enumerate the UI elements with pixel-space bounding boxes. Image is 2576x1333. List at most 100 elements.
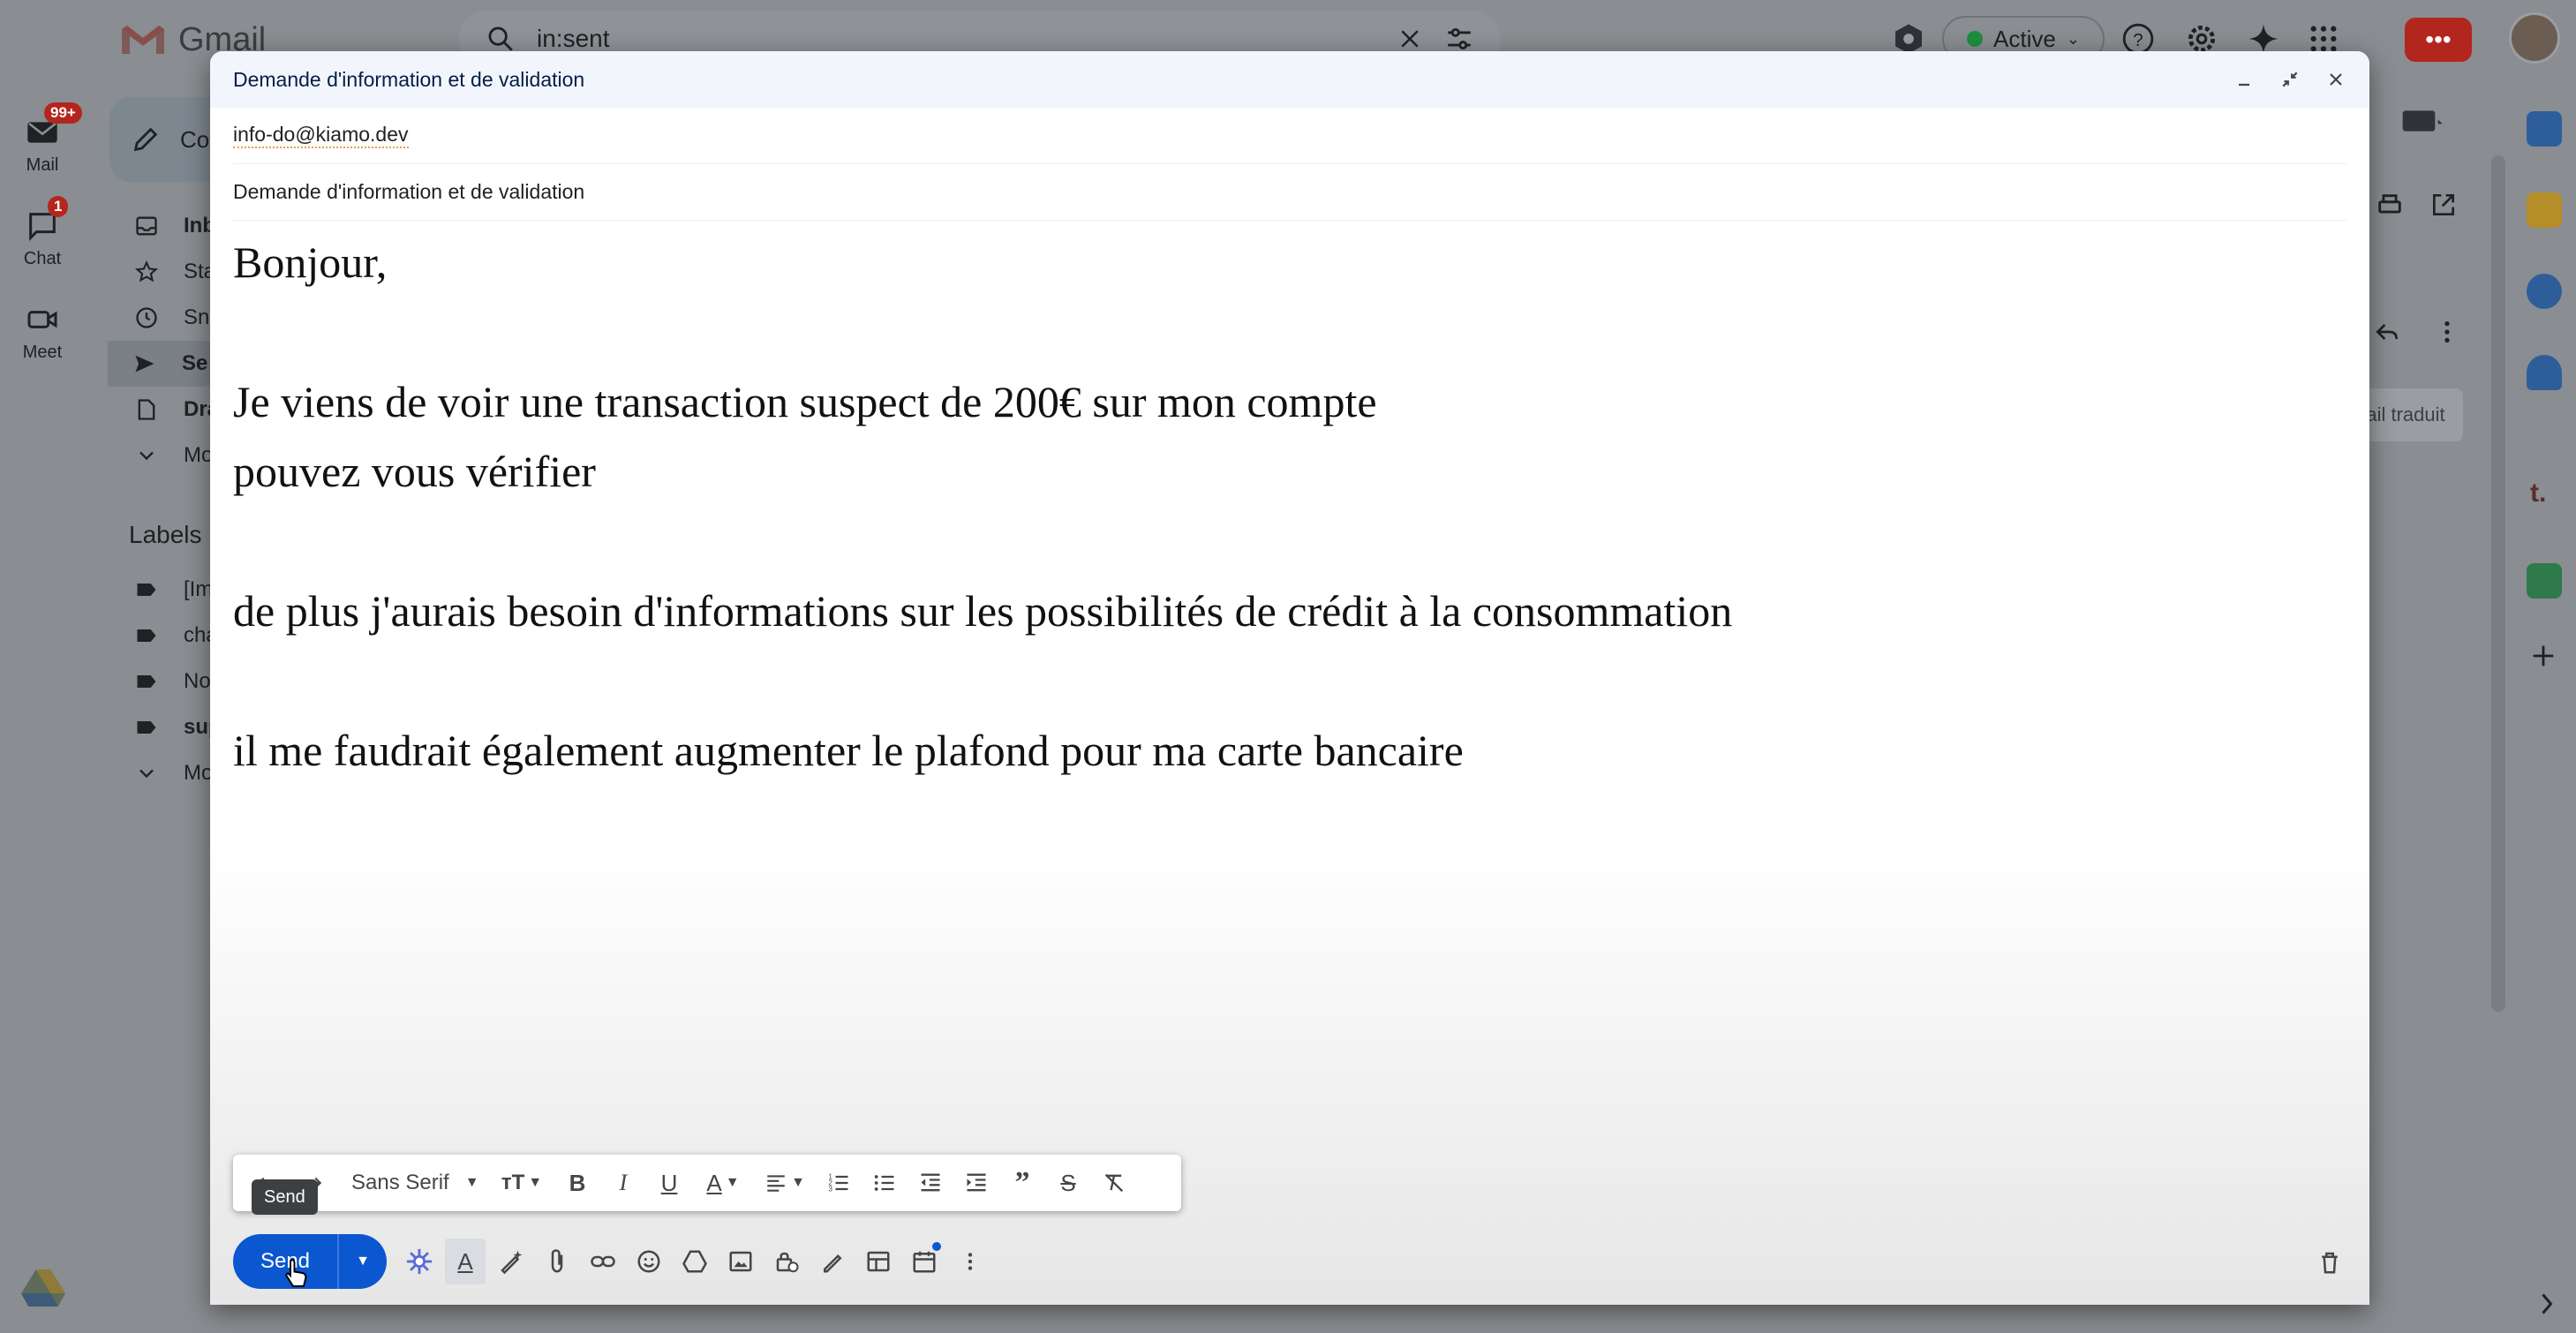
- indent-more-button[interactable]: [955, 1162, 998, 1204]
- scrollbar[interactable]: [2491, 155, 2505, 1012]
- rail-item-chat[interactable]: 1 Chat: [0, 196, 85, 269]
- search-icon[interactable]: [486, 24, 516, 54]
- set-up-time-button[interactable]: [904, 1239, 945, 1284]
- chevron-down-icon: [139, 769, 154, 779]
- quote-button[interactable]: ”: [1001, 1162, 1043, 1204]
- sidebar-item-inbox[interactable]: Inb: [109, 203, 224, 249]
- confidential-mode-button[interactable]: [766, 1239, 807, 1284]
- print-icon[interactable]: [2375, 191, 2405, 225]
- mail-unread-badge: 99+: [44, 102, 82, 124]
- text-color-button[interactable]: A ▼: [694, 1162, 752, 1204]
- formatting-toolbar: Sans Serif ▼ тT ▼ B I U A ▼ ▼ 123 ” S: [233, 1155, 1181, 1211]
- sidebar-item-sent[interactable]: Se: [108, 341, 224, 387]
- label-item[interactable]: cha: [109, 613, 224, 659]
- t-app-icon[interactable]: t.: [2530, 478, 2546, 508]
- body-line: il me faudrait également augmenter le pl…: [233, 726, 1464, 775]
- more-vert-icon[interactable]: [2433, 318, 2461, 350]
- compose-label: Co: [180, 125, 210, 153]
- label-item[interactable]: sup: [109, 704, 224, 750]
- label-item[interactable]: [Im: [109, 567, 224, 613]
- insert-signature-button[interactable]: [812, 1239, 853, 1284]
- text-size-icon: тT: [501, 1171, 525, 1194]
- account-avatar[interactable]: [2509, 12, 2560, 64]
- reply-icon[interactable]: [2373, 318, 2401, 350]
- rail-item-meet[interactable]: Meet: [0, 302, 85, 363]
- drive-icon[interactable]: [21, 1268, 65, 1311]
- font-size-button[interactable]: тT ▼: [491, 1162, 553, 1204]
- contacts-icon[interactable]: [2527, 355, 2562, 390]
- labels-more[interactable]: Mo: [109, 750, 224, 796]
- font-family-select[interactable]: Sans Serif ▼: [337, 1162, 487, 1204]
- align-left-icon: [767, 1175, 785, 1192]
- open-new-window-icon[interactable]: [2429, 191, 2458, 223]
- compose-title: Demande d'information et de validation: [233, 67, 585, 91]
- sidebar-item-snoozed[interactable]: Sno: [109, 295, 224, 341]
- recipients-field[interactable]: info-do@kiamo.dev: [233, 108, 2346, 164]
- align-button[interactable]: ▼: [756, 1162, 814, 1204]
- sheets-app-icon[interactable]: [2527, 563, 2562, 599]
- body-line: de plus j'aurais besoin d'informations s…: [233, 586, 1733, 636]
- numbered-list-button[interactable]: 123: [817, 1162, 860, 1204]
- text-format-icon: A: [457, 1247, 473, 1275]
- label-item[interactable]: No: [109, 659, 224, 704]
- discard-draft-button[interactable]: [2309, 1239, 2350, 1285]
- gemini-help-me-write-button[interactable]: [399, 1239, 440, 1284]
- keep-icon[interactable]: [2527, 192, 2562, 228]
- keyboard-icon[interactable]: [2401, 106, 2445, 140]
- insert-link-button[interactable]: [583, 1239, 623, 1284]
- body-line: Bonjour,: [233, 237, 388, 287]
- bulleted-list-button[interactable]: [863, 1162, 906, 1204]
- insert-drive-button[interactable]: [674, 1239, 715, 1284]
- bold-button[interactable]: B: [556, 1162, 599, 1204]
- calendar-icon[interactable]: [2527, 111, 2562, 147]
- remove-formatting-button[interactable]: [1093, 1162, 1135, 1204]
- body-line: [233, 646, 2334, 716]
- more-options-button[interactable]: [950, 1239, 990, 1284]
- search-input[interactable]: in:sent: [537, 25, 1375, 53]
- schedule-send-dropdown[interactable]: ▼: [337, 1234, 387, 1289]
- compose-header[interactable]: Demande d'information et de validation: [210, 51, 2369, 108]
- body-line: [233, 925, 2334, 995]
- clear-search-icon[interactable]: [1397, 26, 1423, 52]
- underline-button[interactable]: U: [648, 1162, 690, 1204]
- clock-icon: [136, 307, 157, 328]
- insert-emoji-button[interactable]: [629, 1239, 669, 1284]
- rail-item-mail[interactable]: 99+ Mail: [0, 102, 85, 176]
- lock-clock-icon: [776, 1252, 799, 1273]
- formatting-options-button[interactable]: A: [445, 1239, 486, 1284]
- svg-text:3: 3: [828, 1185, 832, 1193]
- exit-fullscreen-button[interactable]: [2272, 62, 2308, 97]
- status-dot-icon: [1967, 31, 1983, 47]
- message-body[interactable]: Bonjour, Je viens de voir une transactio…: [233, 228, 2334, 1065]
- indent-more-icon: [967, 1173, 986, 1192]
- signature: Jean-Philippe Schmitt: [233, 1005, 622, 1054]
- minimize-icon: [2239, 83, 2249, 87]
- sidebar-item-drafts[interactable]: Dra: [109, 387, 224, 433]
- search-options-icon[interactable]: [1444, 24, 1474, 54]
- rail-label-mail: Mail: [26, 155, 59, 175]
- video-camera-icon: [25, 302, 60, 337]
- indent-less-button[interactable]: [909, 1162, 952, 1204]
- layouts-button[interactable]: [858, 1239, 899, 1284]
- compose-actions: A: [399, 1236, 990, 1287]
- attach-file-button[interactable]: [537, 1239, 577, 1284]
- subject-input[interactable]: Demande d'information et de validation: [233, 180, 584, 204]
- sidebar-item-starred[interactable]: Sta: [109, 249, 224, 295]
- sidebar-item-more[interactable]: Mo: [109, 433, 224, 478]
- italic-button[interactable]: I: [602, 1162, 644, 1204]
- minimize-button[interactable]: [2226, 62, 2262, 97]
- text-color-icon: A: [706, 1169, 722, 1196]
- insert-photo-button[interactable]: [720, 1239, 761, 1284]
- ai-pen-button[interactable]: [491, 1239, 531, 1284]
- subject-field[interactable]: Demande d'information et de validation: [233, 164, 2346, 221]
- remove-formatting-icon: [1104, 1173, 1124, 1193]
- add-app-icon[interactable]: [2528, 641, 2558, 675]
- chevron-right-icon[interactable]: [2537, 1291, 2557, 1322]
- recording-button[interactable]: •••: [2405, 18, 2472, 62]
- sidebar-nav: Inb Sta Sno Se Dra Mo: [108, 203, 224, 478]
- tasks-icon[interactable]: [2527, 274, 2562, 309]
- recipient-chip[interactable]: info-do@kiamo.dev: [233, 123, 409, 148]
- bold-icon: B: [569, 1169, 586, 1196]
- strikethrough-button[interactable]: S: [1047, 1162, 1089, 1204]
- close-button[interactable]: [2318, 62, 2354, 97]
